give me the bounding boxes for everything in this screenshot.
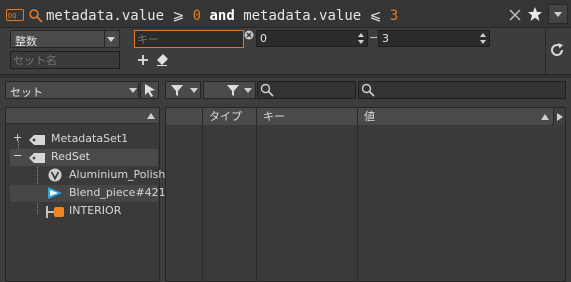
column-divider (256, 125, 257, 282)
query-value-min: 0 (192, 8, 202, 24)
max-value-text: 3 (382, 32, 389, 45)
query-operator-ge: ⩾ (172, 8, 193, 24)
column-header-value[interactable]: 値 (358, 108, 551, 125)
material-icon (48, 168, 62, 182)
sort-up-icon[interactable] (147, 113, 155, 119)
column-header-blank[interactable] (166, 108, 203, 125)
set-select-label: セット (10, 86, 43, 99)
column-divider (202, 125, 203, 282)
filter-dropdown-2[interactable] (203, 81, 256, 99)
chevron-right-icon (557, 113, 563, 121)
max-value-spinbox[interactable]: 3 (378, 30, 490, 47)
tree-row-aluminium[interactable]: Aluminium_Polishe (10, 167, 172, 184)
table-search-input-1[interactable] (257, 81, 356, 99)
svg-text:DQ: DQ (8, 12, 16, 20)
column-header-key[interactable]: キー (257, 108, 358, 125)
tree-item-label: INTERIOR (69, 204, 122, 217)
key-input[interactable] (134, 30, 244, 48)
eraser-icon[interactable] (155, 53, 169, 67)
query-input[interactable]: metadata.value ⩾ 0 and metadata.value ⩽ … (46, 6, 504, 26)
collapse-icon[interactable]: − (13, 149, 22, 162)
min-value-stepper-icon[interactable] (357, 32, 365, 45)
query-search-icon (28, 8, 44, 24)
query-menu-button[interactable] (548, 4, 568, 24)
query-value-max: 3 (389, 8, 399, 24)
column-sort-up-icon[interactable] (541, 114, 549, 120)
clear-key-icon[interactable] (244, 30, 254, 40)
tree-header (6, 108, 159, 124)
search-icon-2 (361, 83, 375, 97)
clear-query-icon[interactable] (508, 8, 522, 22)
pointer-arrow-icon (145, 84, 155, 97)
key-input-field[interactable] (137, 31, 237, 47)
funnel-icon (171, 85, 183, 96)
set-name-input[interactable] (10, 51, 120, 69)
tree-row-redset[interactable]: − RedSet (10, 149, 158, 166)
table-search-input-2[interactable] (358, 81, 566, 99)
range-separator: − (369, 31, 379, 44)
tree-item-label: RedSet (51, 150, 90, 163)
search-mode-icon[interactable]: DQ (6, 9, 24, 21)
favorite-star-icon[interactable] (527, 6, 543, 22)
max-value-stepper-icon[interactable] (479, 32, 487, 45)
filter-dropdown-1[interactable] (165, 81, 201, 99)
funnel-icon-2 (227, 85, 239, 96)
tag-icon (29, 135, 45, 145)
refresh-icon[interactable] (549, 42, 565, 58)
tag-icon (29, 153, 45, 163)
group-node-icon (46, 206, 64, 218)
add-icon[interactable] (137, 54, 149, 66)
expand-icon[interactable]: + (13, 131, 22, 144)
select-pointer-button[interactable] (140, 81, 159, 99)
set-name-field[interactable] (13, 52, 113, 68)
min-value-spinbox[interactable]: 0 (256, 30, 368, 47)
filter-dropdown-1-arrow-icon (190, 88, 198, 93)
column-divider (357, 125, 358, 282)
type-select-value: 整数 (15, 35, 37, 48)
tree-row-interior[interactable]: INTERIOR (10, 203, 160, 220)
type-select-divider (104, 31, 105, 47)
query-field-1: metadata.value (46, 8, 173, 24)
query-field-2: metadata.value (243, 8, 370, 24)
column-header-type[interactable]: タイプ (203, 108, 257, 125)
search-icon (260, 83, 274, 97)
min-value-text: 0 (260, 32, 267, 45)
metadata-table (165, 107, 566, 282)
query-keyword-and: and (201, 8, 244, 24)
set-select-arrow-icon (129, 88, 137, 93)
tree-item-label: Blend_piece#4216 (69, 186, 173, 199)
filter-dropdown-2-arrow-icon (244, 88, 252, 93)
section-divider (0, 74, 571, 78)
tree-row-metadataset1[interactable]: + MetadataSet1 (10, 131, 160, 148)
query-operator-le: ⩽ (369, 8, 390, 24)
column-scroll-right-button[interactable] (553, 108, 565, 125)
tree-item-label: Aluminium_Polishe (69, 168, 173, 181)
blend-mesh-icon (48, 187, 62, 199)
type-select-arrow-icon (107, 37, 115, 42)
set-select[interactable]: セット (5, 81, 139, 99)
tree-item-label: MetadataSet1 (51, 132, 129, 145)
tree-row-blend-piece[interactable]: Blend_piece#4216 (10, 185, 173, 202)
filter-panel-divider (545, 29, 546, 74)
